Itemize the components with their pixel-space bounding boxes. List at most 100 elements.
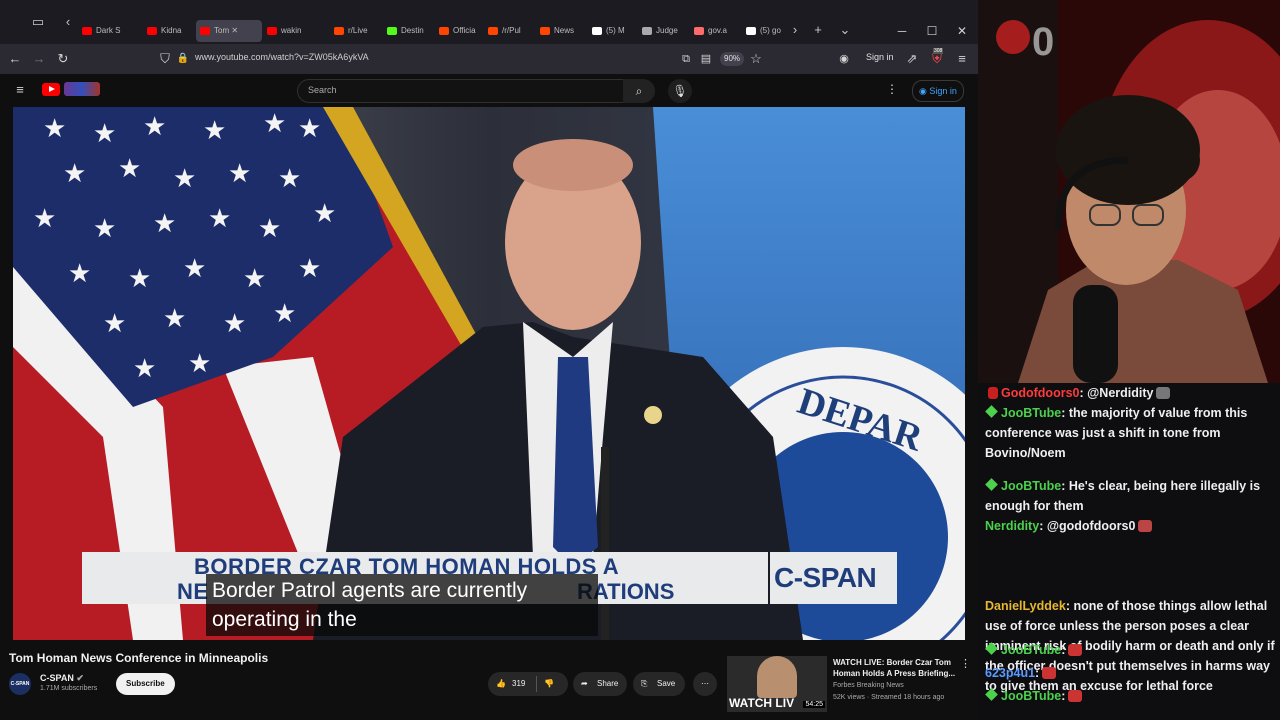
more-actions-icon[interactable]: ⋯ xyxy=(693,672,717,696)
svg-text:★: ★ xyxy=(278,164,301,194)
tab-6[interactable]: Officia xyxy=(435,20,489,42)
tab-8[interactable]: News xyxy=(536,20,590,42)
recommended-thumbnail[interactable]: WATCH LIV 54:25 xyxy=(727,656,827,712)
like-count[interactable]: 319 xyxy=(512,672,525,696)
x-icon xyxy=(592,26,602,35)
svg-text:★: ★ xyxy=(223,309,246,339)
more-options-icon[interactable]: ⋮ xyxy=(886,82,898,96)
url-bar[interactable]: www.youtube.com/watch?v=ZW05kA6ykVA xyxy=(195,52,369,62)
lock-icon[interactable]: 🔒 xyxy=(175,51,191,67)
thumbs-up-icon[interactable]: 👍 xyxy=(496,672,506,696)
svg-text:★: ★ xyxy=(188,349,211,379)
chat-username[interactable]: JooBTube xyxy=(1001,643,1061,657)
shield-icon[interactable]: ⛉ xyxy=(157,51,173,67)
chat-message: JooBTube: the majority of value from thi… xyxy=(985,403,1277,463)
youtube-header: ≡ Search ⌕ 🎙 ⋮ ◉ Sign in xyxy=(0,74,978,106)
tab-label: /r/Pul xyxy=(502,26,521,35)
thumbs-down-icon[interactable]: 👎 xyxy=(544,672,554,696)
tabs-scroll-right-icon[interactable]: › xyxy=(787,22,803,38)
chat-message: Nerdidity: @godofdoors0 xyxy=(985,516,1277,536)
youtube-icon xyxy=(267,26,277,35)
tab-5[interactable]: Destin xyxy=(383,20,437,42)
closed-caption: Border Patrol agents are currently opera… xyxy=(206,574,598,636)
youtube-logo-icon[interactable] xyxy=(42,83,60,96)
svg-text:★: ★ xyxy=(43,114,66,144)
recommended-title[interactable]: WATCH LIVE: Border Czar Tom Homan Holds … xyxy=(833,657,963,679)
svg-text:★: ★ xyxy=(153,209,176,239)
chat-text: : xyxy=(1061,643,1066,657)
svg-text:★: ★ xyxy=(93,214,116,244)
gem-badge-icon xyxy=(985,688,998,701)
browser-sign-in[interactable]: Sign in xyxy=(866,52,894,62)
tab-0[interactable]: Dark S xyxy=(78,20,132,42)
tab-label: wakin xyxy=(281,26,302,35)
save-icon: ⎘ xyxy=(641,679,648,688)
recommended-channel[interactable]: Forbes Breaking News xyxy=(833,682,904,689)
search-box[interactable]: Search xyxy=(297,79,625,103)
picture-in-picture-icon[interactable]: ⧉ xyxy=(678,51,694,67)
share-label: Share xyxy=(597,679,619,688)
bookmark-star-icon[interactable]: ☆ xyxy=(748,51,764,67)
chat-username[interactable]: DanielLyddek xyxy=(985,599,1066,613)
tab-11[interactable]: gov.a xyxy=(690,20,744,42)
close-tab-icon[interactable]: ✕ xyxy=(229,26,238,35)
recommended-more-icon[interactable]: ⋮ xyxy=(960,657,971,670)
tab-overview-icon[interactable]: ▭ xyxy=(30,14,46,30)
forward-icon[interactable]: → xyxy=(31,51,47,67)
microphone-icon[interactable]: 🎙 xyxy=(668,79,692,103)
save-button[interactable]: ⎘ Save xyxy=(633,672,685,696)
search-icon[interactable]: ⌕ xyxy=(623,79,655,103)
chat-username[interactable]: JooBTube xyxy=(1001,479,1061,493)
chat-username[interactable]: JooBTube xyxy=(1001,406,1061,420)
tab-3[interactable]: wakin xyxy=(263,20,317,42)
zoom-level[interactable]: 90% xyxy=(720,52,745,66)
chat-emote-icon xyxy=(1068,690,1083,702)
svg-text:★: ★ xyxy=(298,114,321,144)
overlay-counter: 0 xyxy=(1032,20,1055,64)
close-window-icon[interactable]: ✕ xyxy=(952,22,972,40)
chat-username[interactable]: JooBTube xyxy=(1001,689,1061,703)
svg-text:★: ★ xyxy=(118,154,141,184)
extensions-icon[interactable]: ⇗ xyxy=(904,51,920,67)
svg-text:★: ★ xyxy=(63,159,86,189)
tabs-scroll-left-icon[interactable]: ‹ xyxy=(60,14,76,30)
menu-icon[interactable]: ≡ xyxy=(954,51,970,67)
tab-4[interactable]: r/Live xyxy=(330,20,384,42)
youtube-doodle-icon[interactable] xyxy=(64,82,100,96)
tab-list-chevron-icon[interactable]: ⌄ xyxy=(837,22,853,38)
tab-7[interactable]: /r/Pul xyxy=(484,20,538,42)
minimize-icon[interactable]: ─ xyxy=(892,22,912,40)
subscribe-button[interactable]: Subscribe xyxy=(116,673,175,695)
recommended-meta: 52K views · Streamed 18 hours ago xyxy=(833,694,945,701)
channel-avatar[interactable]: C-SPAN xyxy=(9,673,31,695)
microphone xyxy=(1073,285,1118,383)
svg-text:★: ★ xyxy=(273,299,296,329)
chat-username[interactable]: Nerdidity xyxy=(985,519,1039,533)
search-input[interactable]: Search xyxy=(308,85,337,95)
account-icon[interactable]: ◉ xyxy=(836,51,852,67)
chat-emote-icon xyxy=(1042,667,1057,679)
svg-text:★: ★ xyxy=(243,264,266,294)
tab-1[interactable]: Kidna xyxy=(143,20,197,42)
tab-label: News xyxy=(554,26,575,35)
reload-icon[interactable]: ↻ xyxy=(55,51,71,67)
hamburger-menu-icon[interactable]: ≡ xyxy=(12,82,28,98)
reddit-icon xyxy=(334,26,344,35)
tab-10[interactable]: Judge xyxy=(638,20,692,42)
back-icon[interactable]: ← xyxy=(7,51,23,67)
youtube-sign-in-button[interactable]: ◉ Sign in xyxy=(912,80,964,102)
new-tab-icon[interactable]: + xyxy=(810,22,826,38)
youtube-icon xyxy=(82,26,92,35)
svg-text:★: ★ xyxy=(133,354,156,384)
chat-emote-icon xyxy=(1068,644,1083,656)
maximize-icon[interactable]: ☐ xyxy=(922,22,942,40)
chat-message: JooBTube: xyxy=(985,686,1277,706)
share-button[interactable]: ➦ Share xyxy=(573,672,627,696)
tab-2[interactable]: Tom ✕ xyxy=(196,20,262,42)
chat-username[interactable]: Godofdoors0 xyxy=(1001,386,1079,400)
reader-view-icon[interactable]: ▤ xyxy=(698,51,714,67)
video-title: Tom Homan News Conference in Minneapolis xyxy=(9,651,269,665)
chat-username[interactable]: 623p4u1 xyxy=(985,666,1035,680)
channel-name[interactable]: C-SPAN ✔ xyxy=(40,673,84,684)
tab-9[interactable]: (5) M xyxy=(588,20,642,42)
